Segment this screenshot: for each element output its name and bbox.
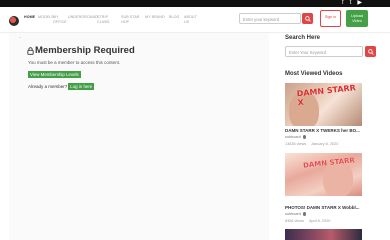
verified-icon [302,212,307,216]
facebook-icon[interactable]: f [342,0,344,7]
video-user[interactable]: subboard [285,135,307,139]
youtube-icon[interactable]: ▶ [357,0,362,7]
nav-item-sub-star-hop[interactable]: SUB STAR HOP [121,15,145,24]
nav-item-home[interactable]: HOME [24,15,38,24]
already-member-row: Already a member? Log in here [28,83,95,90]
breadcrumb: ~ [19,35,22,40]
video-user-name: subboard [285,212,301,216]
video-user-name: subboard [285,135,301,139]
nav-item-about-us[interactable]: ABOUT US [184,15,202,24]
main-nav: HOME MODELS MY OFFICE UNDERGROUND STRIP … [24,15,202,24]
video-thumbnail[interactable]: DAMN STARR X [285,83,362,126]
video-thumbnail[interactable] [285,229,362,240]
thumbnail-overlay-text: DAMN STARR X [296,83,357,108]
social-links: f t ▶ [342,0,362,7]
video-meta: 8356 views April 8, 2020 [285,219,330,223]
nav-item-my-brand[interactable]: MY BRAND [145,15,169,24]
sign-in-button[interactable]: Sign in [320,10,341,27]
view-membership-levels-link[interactable]: View Membership Levels [28,71,81,78]
log-in-link[interactable]: Log in here [68,83,95,90]
header-search-button[interactable] [302,13,313,24]
video-date: January 8, 2020 [311,142,339,146]
top-bar [0,0,390,7]
video-meta: 13836 views January 8, 2020 [285,142,338,146]
sidebar-search-button[interactable] [365,46,376,57]
already-member-text: Already a member? [28,84,68,89]
video-views: 8356 views [285,219,304,223]
page-title: Membership Required [27,45,135,56]
membership-message: You must be a member to access this cont… [28,60,121,65]
nav-item-my-office[interactable]: MY OFFICE [53,15,68,24]
most-viewed-heading: Most Viewed Videos [285,71,343,77]
lock-icon [27,46,34,55]
video-views: 13836 views [285,142,307,146]
search-heading: Search Here [285,35,321,41]
upload-video-button[interactable]: Upload Video [346,10,368,27]
search-icon [367,48,374,55]
search-icon [304,15,311,22]
nav-item-models[interactable]: MODELS [38,15,54,24]
video-date: April 8, 2020 [309,219,331,223]
nav-item-strip-clubs[interactable]: STRIP CLUBS [97,15,121,24]
verified-icon [302,135,307,139]
nav-item-blog[interactable]: BLOG [169,15,184,24]
site-logo[interactable] [9,16,19,26]
page-title-text: Membership Required [35,45,135,56]
video-title[interactable]: PHOTOS! DAMN STARR X Wobbl... [285,205,365,210]
video-thumbnail[interactable]: DAMN STARR [285,153,362,196]
video-user[interactable]: subboard [285,212,307,216]
sidebar-search-input[interactable]: Enter Your Keyword [285,46,363,57]
twitter-icon[interactable]: t [350,0,352,7]
header-search-input[interactable]: Enter your keyword [239,13,301,24]
video-title[interactable]: DAMN STARR X TWERKS her BO... [285,128,365,133]
nav-item-underground[interactable]: UNDERGROUND [68,15,98,24]
